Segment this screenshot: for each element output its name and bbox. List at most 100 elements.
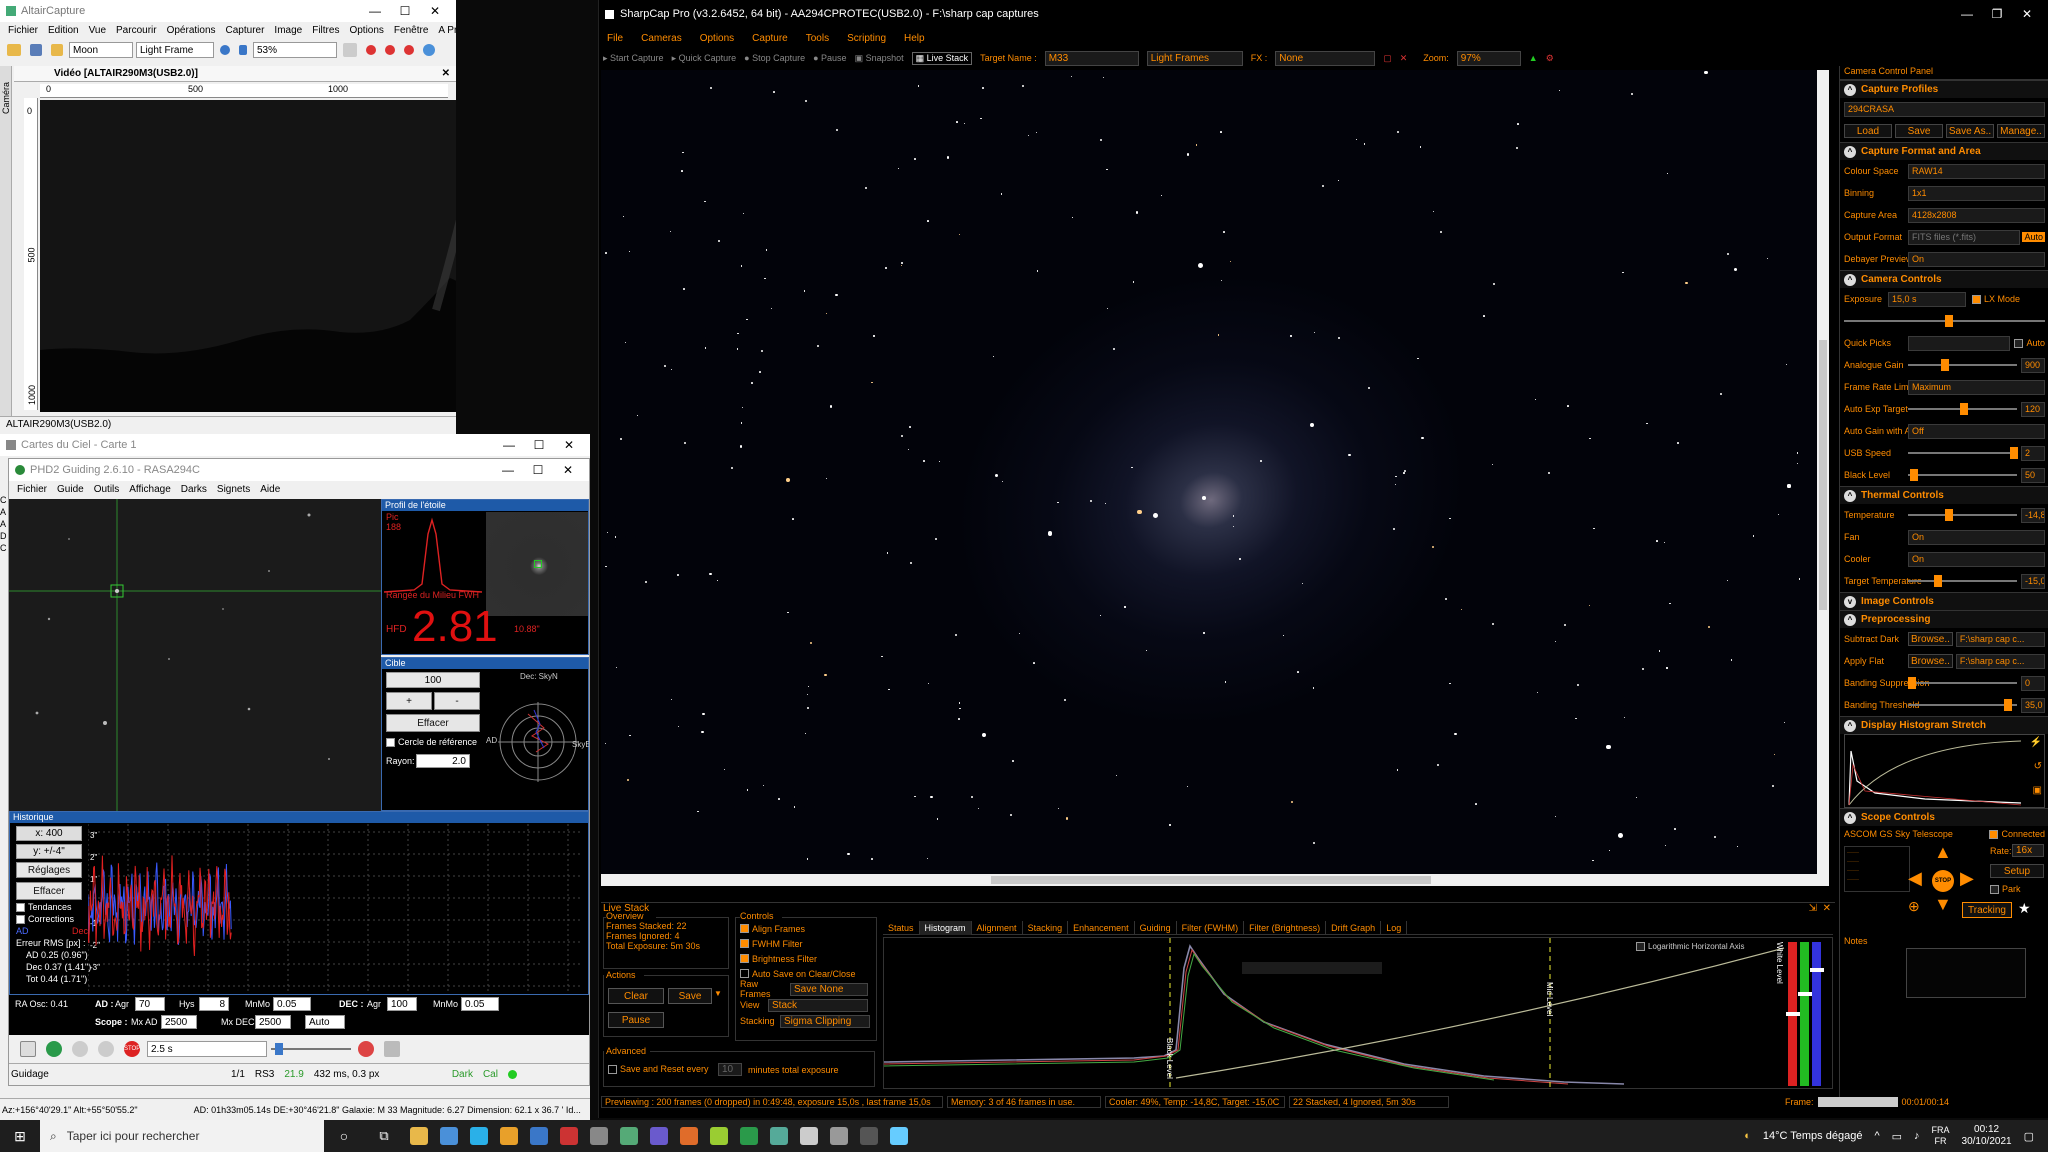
task-view-icon[interactable]: ⧉ bbox=[364, 1128, 404, 1144]
manage-profiles-button[interactable]: Manage.. bbox=[1997, 124, 2045, 138]
tab-log[interactable]: Log bbox=[1381, 921, 1408, 935]
sharpcap-titlebar[interactable]: SharpCap Pro (v3.2.6452, 64 bit) - AA294… bbox=[599, 0, 2048, 28]
max-dec-input[interactable]: 2500 bbox=[255, 1015, 291, 1029]
browse-dark-button[interactable]: Browse.. bbox=[1908, 632, 1953, 646]
banding-threshold-slider[interactable] bbox=[1908, 698, 2017, 712]
live-histogram[interactable]: Black Level Mid Level Logarithmic Horizo… bbox=[883, 937, 1833, 1089]
maximize-button[interactable]: ☐ bbox=[390, 4, 420, 18]
save-reset-minutes-input[interactable]: 10 bbox=[718, 1063, 742, 1076]
tab-status[interactable]: Status bbox=[883, 921, 920, 935]
preprocessing-header[interactable]: ^ Preprocessing bbox=[1840, 610, 2048, 628]
capture-format-header[interactable]: ^ Capture Format and Area bbox=[1840, 142, 2048, 160]
close-icon[interactable]: ✕ bbox=[1823, 903, 1831, 914]
usb-speed-input[interactable]: 2 bbox=[2021, 445, 2045, 461]
altair-menu-item[interactable]: Opérations bbox=[167, 25, 216, 36]
taskbar-app-icon[interactable] bbox=[860, 1127, 878, 1145]
telescope-icon[interactable] bbox=[358, 1041, 374, 1057]
slew-east-button[interactable]: ▶ bbox=[1960, 868, 1974, 889]
zoom-out-button[interactable]: - bbox=[434, 692, 480, 710]
zoom-select[interactable]: 53% bbox=[253, 42, 337, 58]
history-clear-button[interactable]: Effacer bbox=[16, 882, 82, 900]
usb-icon[interactable] bbox=[20, 1041, 36, 1057]
language-indicator[interactable]: FRA FR bbox=[1932, 1125, 1950, 1147]
taskbar-app-icon[interactable] bbox=[710, 1127, 728, 1145]
tracking-button[interactable]: Tracking bbox=[1962, 902, 2012, 918]
target-icon[interactable]: ⊕ bbox=[1908, 898, 1920, 915]
image-controls-header[interactable]: v Image Controls bbox=[1840, 592, 2048, 610]
windows-start-icon[interactable]: ⊞ bbox=[0, 1128, 40, 1145]
target-name-input[interactable]: M33 bbox=[1044, 50, 1139, 66]
tab-stacking[interactable]: Stacking bbox=[1023, 921, 1069, 935]
snapshot-button[interactable]: ▣ Snapshot bbox=[855, 53, 904, 64]
rate-select[interactable]: 16x bbox=[2012, 844, 2044, 857]
globe-icon[interactable] bbox=[423, 44, 435, 56]
guide-icon[interactable] bbox=[98, 1041, 114, 1057]
stacking-select[interactable]: Sigma Clipping bbox=[780, 1014, 870, 1028]
auto-exposure-checkbox[interactable]: Auto bbox=[2014, 338, 2045, 348]
gain-slider[interactable] bbox=[1908, 358, 2017, 372]
debayer-select[interactable]: On bbox=[1908, 251, 2045, 267]
save-reset-checkbox[interactable]: Save and Reset every bbox=[608, 1064, 709, 1074]
log-axis-checkbox[interactable]: Logarithmic Horizontal Axis bbox=[1636, 942, 1744, 951]
phd2-menu-item[interactable]: Signets bbox=[217, 484, 250, 495]
taskbar-app-icon[interactable] bbox=[620, 1127, 638, 1145]
cartes-titlebar[interactable]: Cartes du Ciel - Carte 1 — ☐ ✕ bbox=[0, 434, 590, 456]
horizontal-scrollbar[interactable] bbox=[601, 874, 1817, 886]
weather-text[interactable]: 14°C Temps dégagé bbox=[1763, 1130, 1863, 1142]
target-temp-input[interactable]: -15,0 bbox=[2021, 573, 2045, 589]
phd2-menu-item[interactable]: Outils bbox=[94, 484, 120, 495]
close-button[interactable]: ✕ bbox=[2012, 7, 2042, 21]
histogram-icon[interactable]: ▲ bbox=[1529, 53, 1538, 63]
altair-titlebar[interactable]: AltairCapture — ☐ ✕ bbox=[0, 0, 456, 22]
stack-save-button[interactable]: Save bbox=[668, 988, 712, 1004]
scrollbar-thumb[interactable] bbox=[991, 876, 1431, 884]
stretch-icon[interactable]: ⚡ bbox=[2030, 737, 2042, 748]
output-format-select[interactable]: FITS files (*.fits) bbox=[1908, 229, 2021, 245]
radius-input[interactable]: 2.0 bbox=[416, 754, 470, 768]
record-icon[interactable] bbox=[385, 45, 395, 55]
star-icon[interactable]: ★ bbox=[2018, 900, 2031, 917]
altair-menu-item[interactable]: Fenêtre bbox=[394, 25, 428, 36]
reference-circle-checkbox[interactable]: Cercle de référence bbox=[386, 737, 477, 747]
allsky-video-view[interactable] bbox=[40, 100, 456, 412]
profile-select[interactable]: 294CRASA bbox=[1844, 101, 2045, 117]
y-scale-select[interactable]: y: +/-4" bbox=[16, 844, 82, 859]
vertical-scrollbar[interactable] bbox=[1817, 70, 1829, 886]
max-ra-input[interactable]: 2500 bbox=[161, 1015, 197, 1029]
sharpcap-menu-item[interactable]: Tools bbox=[806, 33, 829, 44]
taskbar-app-icon[interactable] bbox=[560, 1127, 578, 1145]
taskbar-app-icon[interactable] bbox=[410, 1127, 428, 1145]
scope-controls-header[interactable]: ^ Scope Controls bbox=[1840, 808, 2048, 826]
save-options-dropdown[interactable]: ▼ bbox=[714, 989, 722, 998]
phd2-menu-item[interactable]: Affichage bbox=[129, 484, 171, 495]
flat-file-select[interactable]: F:\sharp cap c... bbox=[1955, 653, 2045, 669]
corrections-checkbox[interactable]: Corrections bbox=[16, 914, 74, 924]
banding-threshold-input[interactable]: 35,0 bbox=[2021, 697, 2045, 713]
zoom-select[interactable]: 97% bbox=[1456, 50, 1521, 66]
capture-area-select[interactable]: 4128x2808 bbox=[1908, 207, 2045, 223]
taskbar-search-box[interactable]: ⌕ Taper ici pour rechercher bbox=[40, 1120, 324, 1152]
tab-guiding[interactable]: Guiding bbox=[1135, 921, 1177, 935]
slew-west-button[interactable]: ◀ bbox=[1908, 868, 1922, 889]
folder-icon[interactable] bbox=[51, 44, 63, 56]
loop-icon[interactable] bbox=[46, 1041, 62, 1057]
minimize-button[interactable]: — bbox=[1952, 7, 1982, 21]
sharpcap-menu-item[interactable]: Cameras bbox=[641, 33, 682, 44]
clock[interactable]: 00:12 30/10/2021 bbox=[1962, 1124, 2012, 1148]
taskbar-app-icon[interactable] bbox=[590, 1127, 608, 1145]
pin-icon[interactable]: ⇲ bbox=[1809, 903, 1817, 914]
sharpcap-menu-item[interactable]: File bbox=[607, 33, 623, 44]
save-stretch-icon[interactable]: ▣ bbox=[2033, 785, 2042, 796]
close-button[interactable]: ✕ bbox=[554, 438, 584, 452]
taskbar-app-icon[interactable] bbox=[440, 1127, 458, 1145]
black-level-input[interactable]: 50 bbox=[2021, 467, 2045, 483]
park-checkbox[interactable]: Park bbox=[1990, 884, 2021, 894]
scope-setup-button[interactable]: Setup bbox=[1990, 864, 2044, 878]
pause-icon[interactable] bbox=[239, 45, 247, 55]
scrollbar-thumb[interactable] bbox=[1819, 340, 1827, 610]
capture-profiles-header[interactable]: ^ Capture Profiles bbox=[1840, 80, 2048, 98]
sharpcap-menu-item[interactable]: Options bbox=[700, 33, 734, 44]
minimize-button[interactable]: — bbox=[494, 438, 524, 452]
tab-histogram[interactable]: Histogram bbox=[919, 921, 972, 935]
altair-menu-item[interactable]: Parcourir bbox=[116, 25, 157, 36]
